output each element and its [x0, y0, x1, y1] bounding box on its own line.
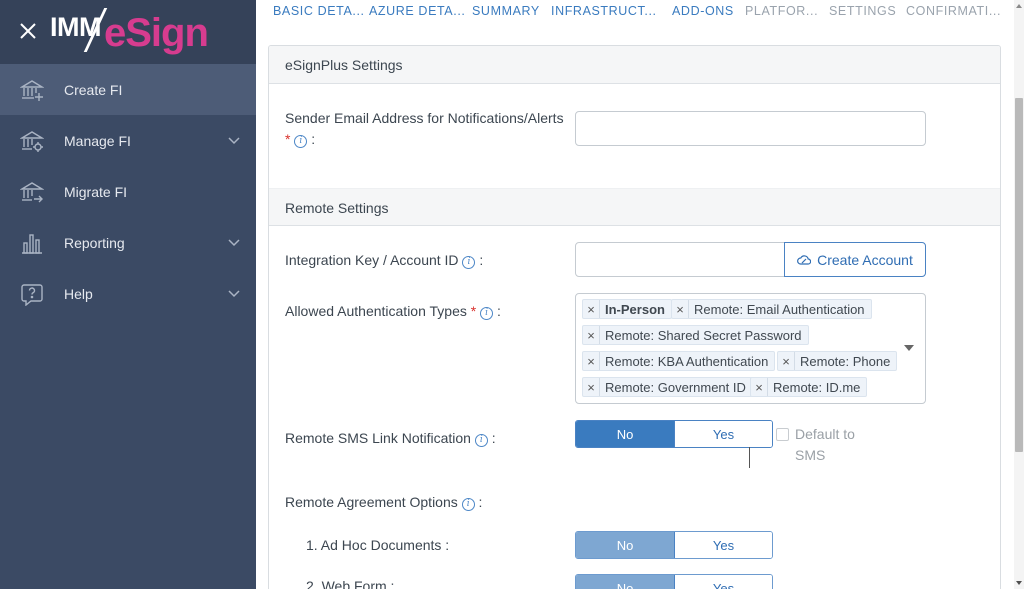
esignplus-section-header: eSignPlus Settings: [269, 46, 1000, 84]
auth-type-tag: × In-Person: [582, 299, 672, 319]
sidebar-item-manage-fi[interactable]: Manage FI: [0, 115, 256, 166]
integration-key-label: Integration Key / Account ID i :: [285, 252, 483, 269]
help-bubble-icon: [21, 283, 43, 306]
tab-basic-details[interactable]: BASIC DETA...: [273, 4, 365, 18]
integration-key-text: Integration Key / Account ID: [285, 252, 459, 268]
auth-type-tag: × Remote: Email Authentication: [671, 299, 872, 319]
create-account-label: Create Account: [817, 251, 913, 268]
bar-chart-icon: [22, 233, 42, 254]
text-cursor: [749, 447, 750, 468]
toggle-no-option[interactable]: No: [576, 575, 674, 589]
auth-type-tag: × Remote: Phone: [777, 351, 898, 371]
tab-confirmation[interactable]: CONFIRMATI...: [906, 4, 1001, 18]
ad-hoc-documents-label: 1. Ad Hoc Documents :: [306, 537, 450, 553]
remove-tag-icon[interactable]: ×: [672, 300, 689, 318]
settings-panel: eSignPlus Settings Sender Email Address …: [268, 45, 1001, 589]
toggle-yes-option[interactable]: Yes: [674, 532, 772, 558]
bank-gear-icon: [20, 130, 44, 152]
default-to-sms-checkbox[interactable]: [776, 428, 789, 441]
dropdown-caret-icon[interactable]: [904, 345, 914, 351]
logo-imm-text: IMM: [50, 12, 101, 42]
tab-platform[interactable]: PLATFOR...: [745, 4, 818, 18]
agreement-options-label: Remote Agreement Options i :: [285, 494, 482, 511]
tab-azure-details[interactable]: AZURE DETA...: [369, 4, 465, 18]
label-colon: :: [491, 430, 496, 446]
label-colon: :: [479, 252, 484, 268]
label-colon: :: [497, 303, 501, 319]
sms-notification-toggle: No Yes: [575, 420, 773, 448]
tab-settings[interactable]: SETTINGS: [829, 4, 896, 18]
remove-tag-icon[interactable]: ×: [583, 300, 600, 318]
remove-tag-icon[interactable]: ×: [751, 378, 768, 396]
info-icon[interactable]: i: [474, 434, 488, 447]
sidebar-item-help[interactable]: Help: [0, 268, 256, 319]
info-icon[interactable]: i: [461, 498, 475, 511]
sidebar-item-label: Create FI: [64, 81, 123, 98]
sidebar-item-reporting[interactable]: Reporting: [0, 217, 256, 268]
cloud-edit-icon: [797, 254, 812, 265]
auth-type-tag: × Remote: KBA Authentication: [582, 351, 776, 371]
sidebar-header: IMM eSign: [0, 0, 256, 64]
tab-add-ons[interactable]: ADD-ONS: [672, 4, 734, 18]
create-account-button[interactable]: Create Account: [784, 242, 926, 277]
default-to-sms-label: Default to SMS: [795, 426, 855, 463]
scrollbar-thumb[interactable]: [1015, 98, 1023, 452]
bank-arrow-icon: [20, 181, 44, 202]
tab-infrastructure[interactable]: INFRASTRUCT...: [551, 4, 657, 18]
page-scrollbar[interactable]: [1014, 0, 1024, 589]
auth-type-tag: × Remote: ID.me: [750, 377, 868, 397]
sidebar-item-label: Migrate FI: [64, 183, 128, 200]
required-marker: *: [470, 303, 477, 319]
remote-section-header: Remote Settings: [269, 188, 1000, 226]
info-icon[interactable]: i: [294, 135, 308, 148]
agreement-options-text: Remote Agreement Options: [285, 494, 458, 510]
auth-types-multiselect[interactable]: × In-Person × Remote: Email Authentication…: [575, 293, 926, 404]
sms-notification-text: Remote SMS Link Notification: [285, 430, 471, 446]
auth-types-label: Allowed Authentication Types * i :: [285, 303, 501, 320]
logo-esign-text: eSign: [104, 11, 209, 55]
sms-notification-label: Remote SMS Link Notification i :: [285, 430, 496, 447]
chevron-down-icon: [228, 136, 240, 144]
close-icon[interactable]: [18, 21, 38, 41]
auth-type-tag: × Remote: Government ID: [582, 377, 753, 397]
toggle-no-option[interactable]: No: [576, 421, 674, 447]
auth-types-text: Allowed Authentication Types: [285, 303, 467, 319]
sender-email-input[interactable]: [575, 111, 926, 146]
wizard-tabs: BASIC DETA... AZURE DETA... SUMMARY INFR…: [262, 0, 1014, 24]
toggle-yes-option[interactable]: Yes: [674, 575, 772, 589]
integration-key-input[interactable]: [575, 242, 785, 277]
sidebar-item-create-fi[interactable]: Create FI: [0, 64, 256, 115]
ad-hoc-documents-toggle: No Yes: [575, 531, 773, 559]
scroll-down-icon[interactable]: [1015, 579, 1023, 587]
section-title: Remote Settings: [285, 200, 389, 216]
info-icon[interactable]: i: [480, 307, 494, 320]
toggle-yes-option[interactable]: Yes: [674, 421, 772, 447]
scroll-up-icon[interactable]: [1015, 2, 1023, 10]
sender-email-label: Sender Email Address for Notifications/A…: [285, 110, 564, 126]
remove-tag-icon[interactable]: ×: [583, 326, 600, 344]
remove-tag-icon[interactable]: ×: [778, 352, 795, 370]
auth-type-tag: × Remote: Shared Secret Password: [582, 325, 809, 345]
web-form-toggle: No Yes: [575, 574, 773, 589]
remove-tag-icon[interactable]: ×: [583, 352, 600, 370]
sidebar-item-migrate-fi[interactable]: Migrate FI: [0, 166, 256, 217]
info-icon[interactable]: i: [462, 256, 476, 269]
label-colon: :: [478, 494, 483, 510]
toggle-no-option[interactable]: No: [576, 532, 674, 558]
sender-email-label-suffix: * i :: [285, 131, 315, 148]
sidebar: IMM eSign Create FI Manage FI Migrate FI…: [0, 0, 256, 589]
sidebar-item-label: Reporting: [64, 234, 125, 251]
chevron-down-icon: [228, 238, 240, 246]
chevron-down-icon: [228, 289, 240, 297]
tab-summary[interactable]: SUMMARY: [472, 4, 540, 18]
required-marker: *: [285, 131, 291, 147]
web-form-label: 2. Web Form :: [306, 578, 395, 589]
section-title: eSignPlus Settings: [285, 57, 403, 73]
sidebar-item-label: Manage FI: [64, 132, 131, 149]
remove-tag-icon[interactable]: ×: [583, 378, 600, 396]
sidebar-item-label: Help: [64, 285, 93, 302]
bank-plus-icon: [20, 79, 44, 101]
label-colon: :: [311, 131, 316, 147]
